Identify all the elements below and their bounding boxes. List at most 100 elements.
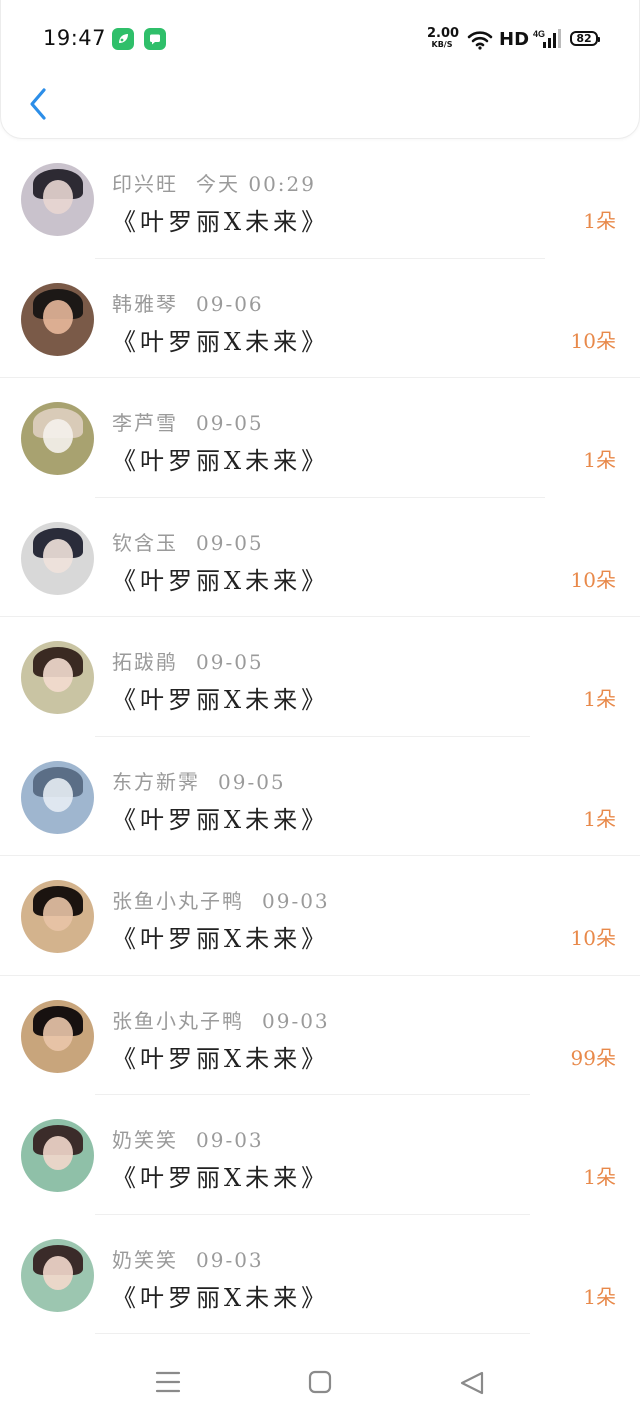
record-meta: 奶笑笑 09-03 [112,1244,264,1273]
list-item[interactable]: 张鱼小丸子鸭 09-03 《叶罗丽X未来》 10朵 [0,856,640,976]
list-item[interactable]: 印兴旺 今天 00:29 《叶罗丽X未来》 1朵 [0,139,640,259]
flower-count: 10朵 [570,328,616,353]
list-item[interactable]: 钦含玉 09-05 《叶罗丽X未来》 10朵 [0,498,640,617]
avatar[interactable] [21,1119,94,1192]
record-date: 今天 00:29 [196,172,316,196]
record-date: 09-05 [218,769,286,794]
status-time: 19:47 [43,26,107,50]
flower-count: 10朵 [570,567,616,592]
flower-count: 1朵 [583,1165,616,1189]
list-item[interactable]: 奶笑笑 09-03 《叶罗丽X未来》 1朵 [0,1215,640,1334]
user-name: 奶笑笑 [112,1128,178,1152]
avatar-face [43,538,73,573]
list-item[interactable]: 东方新霁 09-05 《叶罗丽X未来》 1朵 [0,737,640,856]
record-meta: 东方新霁 09-05 [112,766,286,795]
menu-icon[interactable] [155,1370,181,1394]
work-title: 《叶罗丽X未来》 [112,686,330,714]
list-item[interactable]: 韩雅琴 09-06 《叶罗丽X未来》 10朵 [0,259,640,378]
record-meta: 拓跋鹃 09-05 [112,646,264,675]
avatar[interactable] [21,282,94,356]
work-title: 《叶罗丽X未来》 [112,447,330,475]
record-meta: 奶笑笑 09-03 [112,1124,264,1153]
flower-count: 1朵 [583,209,616,233]
flower-count: 10朵 [570,926,616,950]
list-item[interactable]: 李芦雪 09-05 《叶罗丽X未来》 1朵 [0,378,640,498]
record-date: 09-03 [196,1247,264,1272]
avatar[interactable] [21,880,94,953]
back-triangle-icon[interactable] [459,1370,485,1396]
chevron-left-icon [30,88,46,120]
system-nav-bar [0,1340,640,1422]
record-date: 09-05 [196,411,264,435]
avatar-face [43,1255,73,1290]
record-meta: 韩雅琴 09-06 [112,288,264,317]
record-date: 09-06 [196,291,264,316]
work-title: 《叶罗丽X未来》 [112,566,330,595]
avatar-face [43,180,73,214]
user-name: 钦含玉 [112,530,178,555]
avatar-face [43,1016,73,1051]
user-name: 奶笑笑 [112,1247,178,1272]
record-meta: 印兴旺 今天 00:29 [112,168,316,197]
wifi-icon [467,31,493,50]
user-name: 印兴旺 [112,172,178,196]
network-type-label: 4G [533,29,545,39]
flower-count: 1朵 [583,806,616,831]
list-item[interactable]: 拓跋鹃 09-05 《叶罗丽X未来》 1朵 [0,617,640,737]
flower-count: 1朵 [583,1284,616,1309]
work-title: 《叶罗丽X未来》 [112,1164,330,1192]
work-title: 《叶罗丽X未来》 [112,208,330,236]
avatar[interactable] [21,163,94,236]
record-meta: 张鱼小丸子鸭 09-03 [112,885,330,914]
work-title: 《叶罗丽X未来》 [112,925,330,953]
battery-indicator: 82 [570,31,600,46]
record-date: 09-05 [196,530,264,555]
user-name: 拓跋鹃 [112,650,178,674]
user-name: 东方新霁 [112,769,200,794]
flower-count: 1朵 [583,687,616,711]
work-title: 《叶罗丽X未来》 [112,1044,330,1073]
battery-level: 82 [576,32,592,45]
hd-indicator: HD [499,29,530,50]
network-speed-value: 2.00 [427,26,460,41]
avatar-face [43,658,73,692]
work-title: 《叶罗丽X未来》 [112,805,330,834]
user-name: 张鱼小丸子鸭 [112,1008,244,1033]
user-name: 韩雅琴 [112,291,178,316]
avatar[interactable] [21,641,94,714]
record-meta: 李芦雪 09-05 [112,407,264,436]
leaf-app-icon [112,28,134,50]
record-meta: 钦含玉 09-05 [112,527,264,556]
record-date: 09-05 [196,650,264,674]
list-item[interactable]: 张鱼小丸子鸭 09-03 《叶罗丽X未来》 99朵 [0,976,640,1095]
avatar[interactable] [21,760,94,834]
user-name: 张鱼小丸子鸭 [112,889,244,913]
flower-count: 1朵 [583,448,616,472]
avatar-face [43,777,73,812]
record-meta: 张鱼小丸子鸭 09-03 [112,1005,330,1034]
record-date: 09-03 [196,1128,264,1152]
home-square-icon[interactable] [308,1370,332,1394]
network-speed: 2.00 KB/S [427,26,460,49]
record-date: 09-03 [262,1008,330,1033]
avatar-face [43,897,73,931]
avatar-face [43,1136,73,1170]
message-app-icon [144,28,166,50]
back-button[interactable] [23,86,53,122]
top-bar: 19:47 2.00 KB/S HD 4G 82 [0,0,640,139]
work-title: 《叶罗丽X未来》 [112,327,330,356]
gift-record-list: 印兴旺 今天 00:29 《叶罗丽X未来》 1朵 韩雅琴 09-06 《叶罗丽X未来》 10朵… [0,139,640,1334]
avatar[interactable] [21,521,94,595]
cellular-signal-icon: 4G [533,29,561,48]
flower-count: 99朵 [570,1045,616,1070]
avatar-face [43,419,73,453]
network-speed-unit: KB/S [431,40,453,49]
record-date: 09-03 [262,889,330,913]
avatar[interactable] [21,402,94,475]
work-title: 《叶罗丽X未来》 [112,1283,330,1312]
avatar[interactable] [21,999,94,1073]
avatar-face [43,299,73,334]
user-name: 李芦雪 [112,411,178,435]
avatar[interactable] [21,1238,94,1312]
list-item[interactable]: 奶笑笑 09-03 《叶罗丽X未来》 1朵 [0,1095,640,1215]
